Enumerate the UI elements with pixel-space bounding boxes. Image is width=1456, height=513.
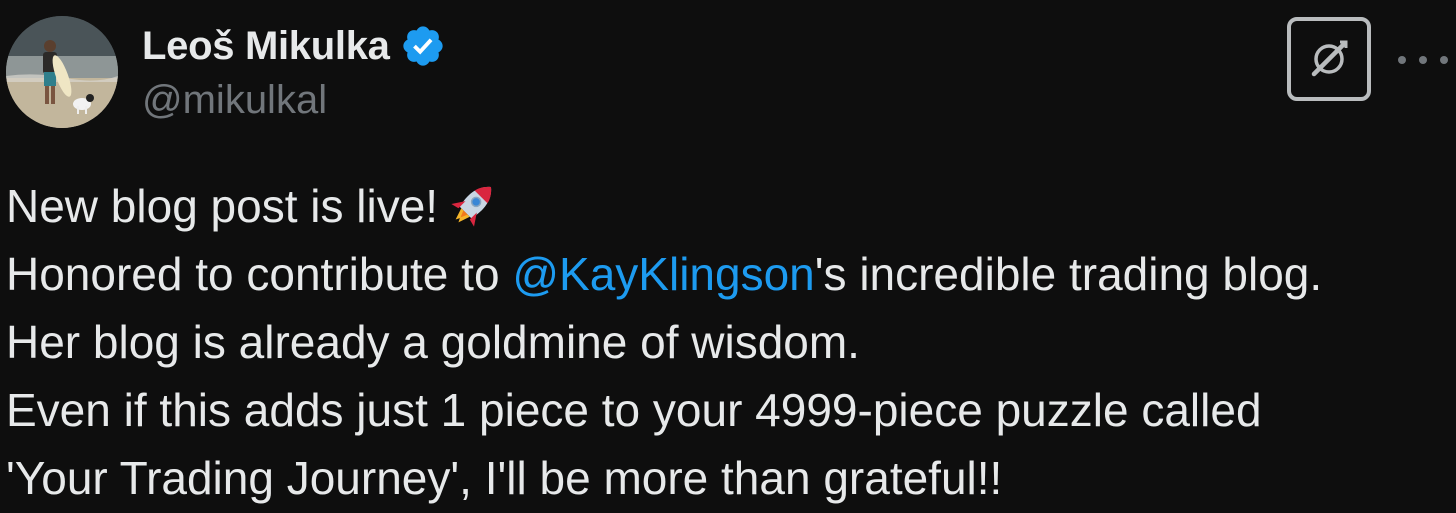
tweet-line-1: New blog post is live! — [6, 172, 1451, 240]
tweet-line-2-prefix: Honored to contribute to — [6, 248, 513, 300]
x-logo-button[interactable] — [1287, 17, 1371, 101]
tweet-line-2: Honored to contribute to @KayKlingson's … — [6, 240, 1451, 308]
tweet-line-2-suffix: 's incredible trading blog. — [814, 248, 1323, 300]
tweet-line-1-text: New blog post is live! — [6, 180, 439, 232]
rocket-emoji-icon — [451, 186, 492, 227]
more-horizontal-icon — [1398, 56, 1406, 64]
avatar-photo — [6, 16, 118, 128]
tweet-line-5: 'Your Trading Journey', I'll be more tha… — [6, 452, 1003, 504]
tweet-line-4: Even if this adds just 1 piece to your 4… — [6, 384, 1262, 436]
tweet-line-3: Her blog is already a goldmine of wisdom… — [6, 316, 860, 368]
tweet-text: New blog post is live! Honored to contri… — [6, 172, 1451, 512]
author-name-row: Leoš Mikulka — [142, 22, 446, 70]
x-logo-icon — [1311, 40, 1348, 77]
author-handle[interactable]: @mikulkal — [142, 78, 327, 123]
avatar[interactable] — [6, 16, 118, 128]
author-display-name[interactable]: Leoš Mikulka — [142, 24, 390, 69]
mention-link[interactable]: @KayKlingson — [512, 248, 814, 300]
more-options-button[interactable] — [1398, 40, 1448, 80]
verified-badge-icon[interactable] — [400, 23, 446, 69]
